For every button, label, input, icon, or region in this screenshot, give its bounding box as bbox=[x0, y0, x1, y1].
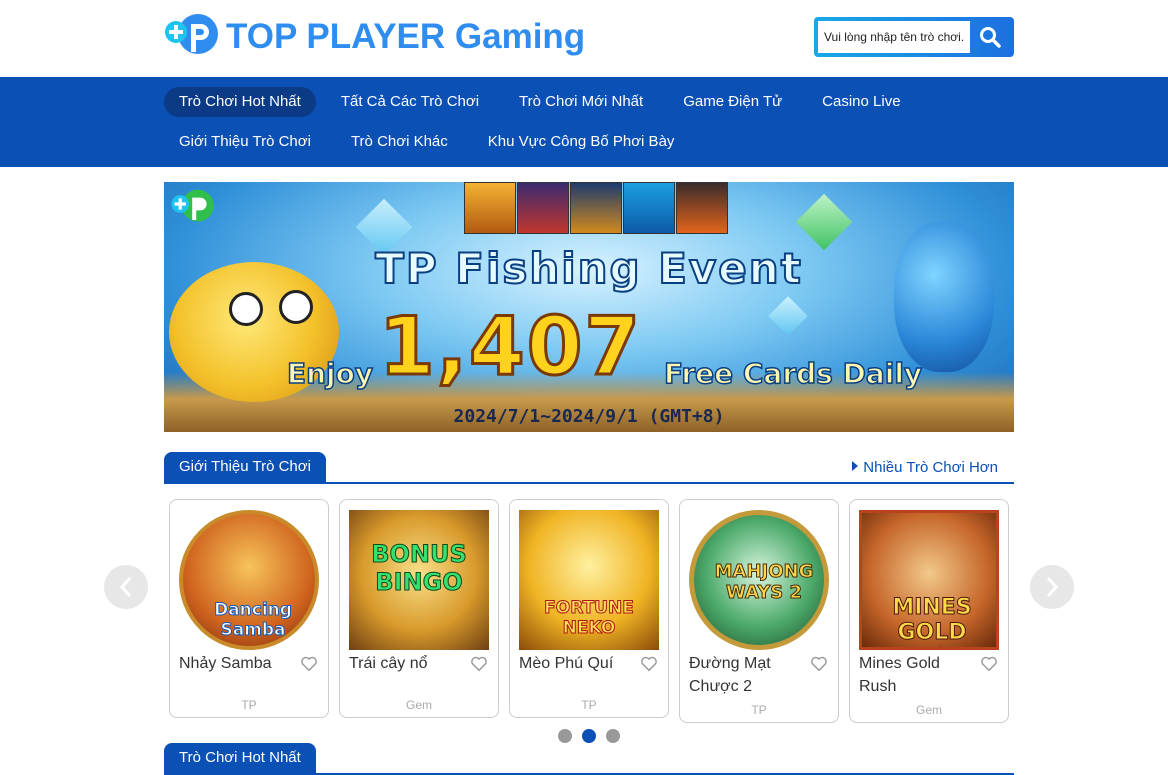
game-thumbnail bbox=[570, 182, 622, 234]
section-title: Giới Thiệu Trò Chơi bbox=[164, 452, 326, 482]
chevron-right-icon bbox=[1046, 577, 1059, 597]
section-header-game-intro: Giới Thiệu Trò Chơi Nhiều Trò Chơi Hơn bbox=[164, 452, 1014, 484]
heart-icon[interactable] bbox=[810, 655, 828, 673]
nav-item-new-games[interactable]: Trò Chơi Mới Nhất bbox=[504, 87, 658, 117]
emerald-decoration bbox=[795, 193, 853, 251]
game-art-title: FORTUNE NEKO bbox=[544, 598, 635, 639]
game-art: BONUS BINGO bbox=[349, 510, 489, 650]
carousel-pagination bbox=[558, 729, 630, 743]
chevron-left-icon bbox=[119, 577, 132, 597]
game-name: Nhảy Samba bbox=[179, 655, 272, 672]
game-name: Đường Mạt Chược 2 bbox=[689, 655, 771, 695]
brand-logo[interactable]: TOP PLAYER Gaming bbox=[164, 12, 585, 62]
game-provider: TP bbox=[241, 698, 257, 712]
game-art: FORTUNE NEKO bbox=[519, 510, 659, 650]
banner-title: TP Fishing Event bbox=[374, 243, 803, 294]
banner-dates: 2024/7/1~2024/9/1 (GMT+8) bbox=[453, 406, 725, 427]
game-thumbnail bbox=[623, 182, 675, 234]
heart-icon[interactable] bbox=[640, 655, 658, 673]
heart-icon[interactable] bbox=[980, 655, 998, 673]
game-card[interactable]: BONUS BINGO Trái cây nổ Gem bbox=[339, 499, 499, 718]
game-thumbnail bbox=[464, 182, 516, 234]
heart-icon[interactable] bbox=[300, 655, 318, 673]
nav-item-casino-live[interactable]: Casino Live bbox=[807, 87, 915, 117]
game-card[interactable]: FORTUNE NEKO Mèo Phú Quí TP bbox=[509, 499, 669, 718]
game-provider: TP bbox=[751, 703, 767, 717]
nav-item-slot-games[interactable]: Game Điện Tử bbox=[668, 87, 797, 117]
game-art: MINES GOLD RUSH bbox=[859, 510, 999, 650]
nav-item-game-intro[interactable]: Giới Thiệu Trò Chơi bbox=[164, 127, 326, 157]
game-art-title: Dancing Samba bbox=[214, 600, 293, 641]
tp-logo-icon bbox=[168, 188, 218, 233]
banner-free-cards-text: Free Cards Daily bbox=[663, 356, 923, 391]
game-card[interactable]: Dancing Samba Nhảy Samba TP bbox=[169, 499, 329, 718]
game-provider: Gem bbox=[405, 698, 432, 712]
game-art-title: MAHJONG WAYS 2 bbox=[714, 561, 814, 604]
game-provider: Gem bbox=[915, 703, 942, 717]
game-name: Mèo Phú Quí bbox=[519, 655, 614, 672]
caret-right-icon bbox=[852, 461, 859, 471]
carousel-next-button[interactable] bbox=[1030, 565, 1074, 609]
game-provider: TP bbox=[581, 698, 597, 712]
diamond-decoration bbox=[768, 296, 808, 336]
main-nav: Trò Chơi Hot Nhất Tất Cả Các Trò Chơi Tr… bbox=[0, 77, 1168, 167]
section-title: Trò Chơi Hot Nhất bbox=[164, 743, 316, 773]
game-thumbnail bbox=[517, 182, 569, 234]
game-art-title: MINES GOLD RUSH bbox=[892, 595, 972, 648]
nav-item-disclosure[interactable]: Khu Vực Công Bố Phơi Bày bbox=[473, 127, 690, 157]
nav-item-all-games[interactable]: Tất Cả Các Trò Chơi bbox=[326, 87, 494, 117]
game-name: Mines Gold Rush bbox=[859, 655, 940, 695]
game-card[interactable]: MINES GOLD RUSH Mines Gold Rush Gem bbox=[849, 499, 1009, 723]
search-bar bbox=[814, 17, 1014, 57]
tp-logo-icon bbox=[164, 12, 220, 62]
carousel-prev-button[interactable] bbox=[104, 565, 148, 609]
heart-icon[interactable] bbox=[470, 655, 488, 673]
search-button[interactable] bbox=[970, 21, 1010, 53]
search-icon bbox=[980, 27, 1001, 48]
nav-row-1: Trò Chơi Hot Nhất Tất Cả Các Trò Chơi Tr… bbox=[164, 87, 926, 117]
nav-row-2: Giới Thiệu Trò Chơi Trò Chơi Khác Khu Vự… bbox=[164, 127, 699, 157]
game-thumbnail bbox=[676, 182, 728, 234]
site-header: TOP PLAYER Gaming bbox=[0, 0, 1168, 77]
carousel-dot-3[interactable] bbox=[606, 729, 620, 743]
brand-name: TOP PLAYER Gaming bbox=[226, 17, 586, 56]
game-art-title: BONUS BINGO bbox=[371, 540, 468, 597]
banner-game-thumbnails bbox=[464, 182, 729, 234]
more-games-label: Nhiều Trò Chơi Hơn bbox=[863, 459, 998, 476]
section-header-hot-games: Trò Chơi Hot Nhất bbox=[164, 743, 1014, 775]
nav-item-other-games[interactable]: Trò Chơi Khác bbox=[336, 127, 463, 157]
more-games-link[interactable]: Nhiều Trò Chơi Hơn bbox=[852, 459, 998, 476]
banner-amount: 1,407 bbox=[377, 299, 643, 395]
nav-item-hot-games[interactable]: Trò Chơi Hot Nhất bbox=[164, 87, 316, 117]
game-art: Dancing Samba bbox=[179, 510, 319, 650]
promo-banner[interactable]: TP Fishing Event Enjoy 1,407 Free Cards … bbox=[164, 182, 1014, 432]
banner-enjoy-text: Enjoy bbox=[286, 356, 374, 391]
game-card[interactable]: MAHJONG WAYS 2 Đường Mạt Chược 2 TP bbox=[679, 499, 839, 723]
search-input[interactable] bbox=[818, 21, 970, 53]
game-name: Trái cây nổ bbox=[349, 655, 428, 672]
game-art: MAHJONG WAYS 2 bbox=[689, 510, 829, 650]
carousel-dot-2[interactable] bbox=[582, 729, 596, 743]
carousel-dot-1[interactable] bbox=[558, 729, 572, 743]
